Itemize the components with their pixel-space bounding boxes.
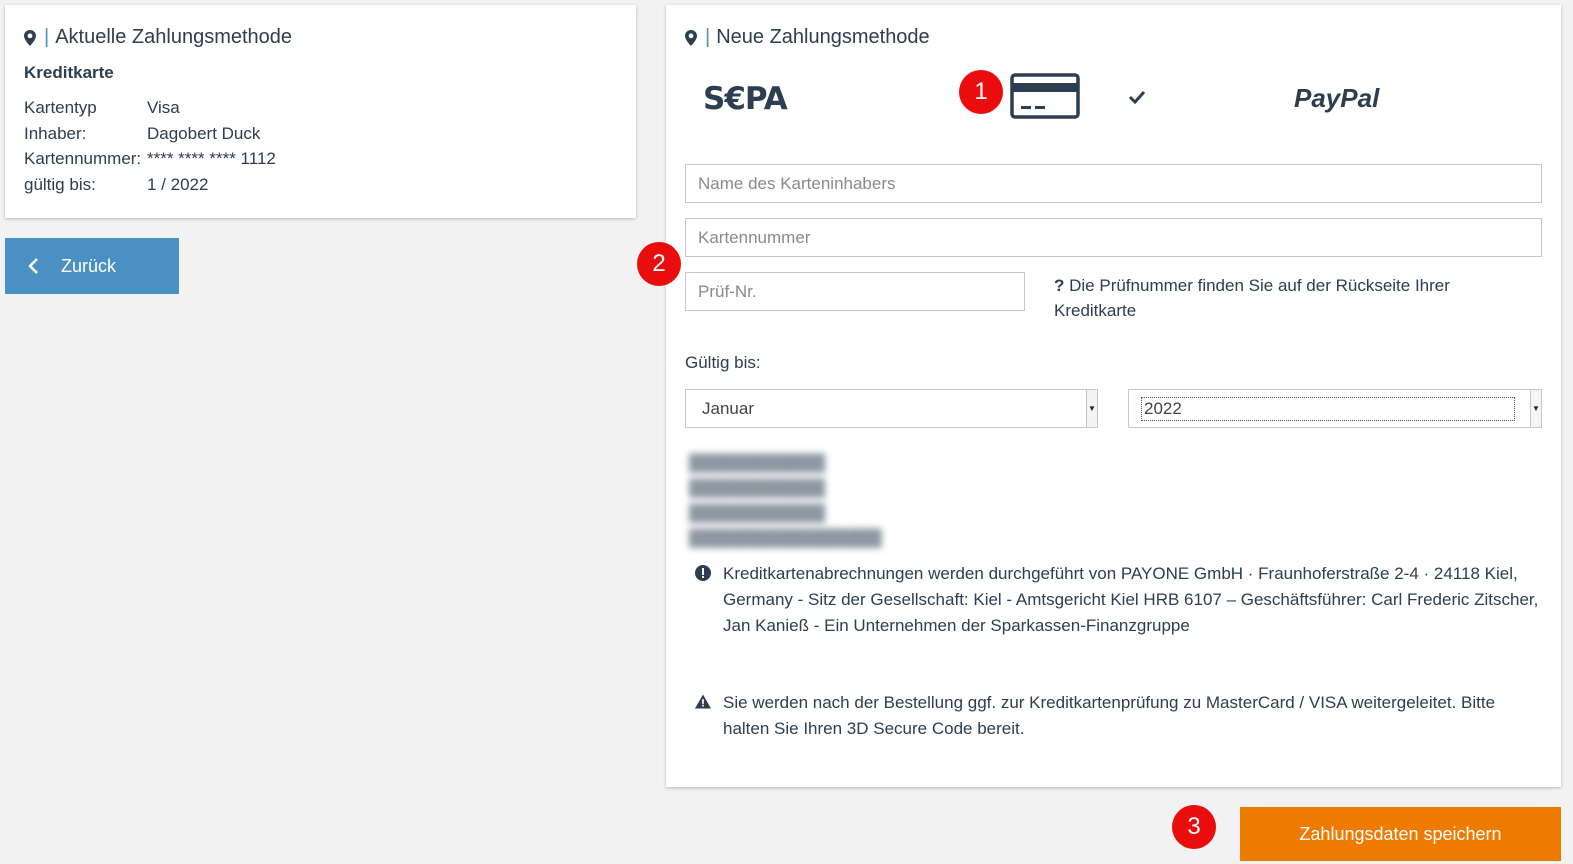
save-payment-button[interactable]: Zahlungsdaten speichern	[1240, 807, 1561, 861]
chevron-left-icon	[28, 258, 38, 274]
step-marker-1: 1	[959, 70, 1003, 114]
payone-notice: Kreditkartenabrechnungen werden durchgef…	[695, 561, 1545, 639]
warning-triangle-icon	[695, 694, 711, 709]
year-select-value: 2022	[1141, 396, 1515, 421]
map-pin-icon	[685, 29, 697, 46]
info-row-valid-until: gültig bis: 1 / 2022	[24, 175, 209, 194]
dropdown-arrow-icon: ▼	[1086, 390, 1097, 427]
current-payment-title: | Aktuelle Zahlungsmethode	[24, 26, 292, 49]
step-marker-2: 2	[637, 242, 681, 286]
card-number-input[interactable]	[685, 218, 1542, 257]
sepa-option[interactable]: S€PA	[703, 81, 788, 117]
new-payment-card: | Neue Zahlungsmethode S€PA PayPal ? Die…	[666, 5, 1561, 787]
info-row-card-type: Kartentyp Visa	[24, 98, 180, 117]
info-row-card-number: Kartennummer: **** **** **** 1112	[24, 149, 276, 168]
payment-type-heading: Kreditkarte	[24, 63, 114, 82]
paypal-option[interactable]: PayPal	[1294, 83, 1379, 114]
valid-until-label: Gültig bis:	[685, 353, 761, 372]
question-mark-icon: ?	[1054, 276, 1065, 295]
secure-notice-text: Sie werden nach der Bestellung ggf. zur …	[723, 693, 1496, 738]
credit-card-icon	[1010, 73, 1080, 119]
current-payment-title-text: Aktuelle Zahlungsmethode	[55, 26, 293, 48]
payone-notice-text: Kreditkartenabrechnungen werden durchgef…	[723, 564, 1539, 635]
dropdown-arrow-icon: ▼	[1530, 390, 1541, 427]
new-payment-title-text: Neue Zahlungsmethode	[716, 26, 930, 48]
cvc-input[interactable]	[685, 272, 1025, 311]
cvc-help-text: Die Prüfnummer finden Sie auf der Rückse…	[1054, 276, 1450, 320]
secure-notice: Sie werden nach der Bestellung ggf. zur …	[695, 690, 1535, 742]
exclamation-circle-icon	[695, 565, 711, 581]
map-pin-icon	[24, 29, 36, 46]
info-row-holder: Inhaber: Dagobert Duck	[24, 124, 261, 143]
selected-check-icon	[1128, 90, 1146, 109]
blurred-address-block: ████████████ ████████████ ████████████ █…	[689, 455, 882, 547]
step-marker-3: 3	[1172, 805, 1216, 849]
month-select-value: Januar	[702, 398, 754, 418]
cvc-help: ? Die Prüfnummer finden Sie auf der Rück…	[1054, 273, 1484, 323]
back-button[interactable]: Zurück	[5, 238, 179, 294]
year-select[interactable]: 2022 ▼	[1128, 389, 1542, 428]
credit-card-option[interactable]	[1010, 73, 1080, 124]
payment-method-selector: S€PA PayPal	[666, 63, 1561, 133]
card-holder-input[interactable]	[685, 164, 1542, 203]
new-payment-title: | Neue Zahlungsmethode	[685, 26, 930, 49]
current-payment-card: | Aktuelle Zahlungsmethode Kreditkarte K…	[5, 5, 636, 218]
back-button-label: Zurück	[61, 255, 117, 276]
month-select[interactable]: Januar ▼	[685, 389, 1098, 428]
